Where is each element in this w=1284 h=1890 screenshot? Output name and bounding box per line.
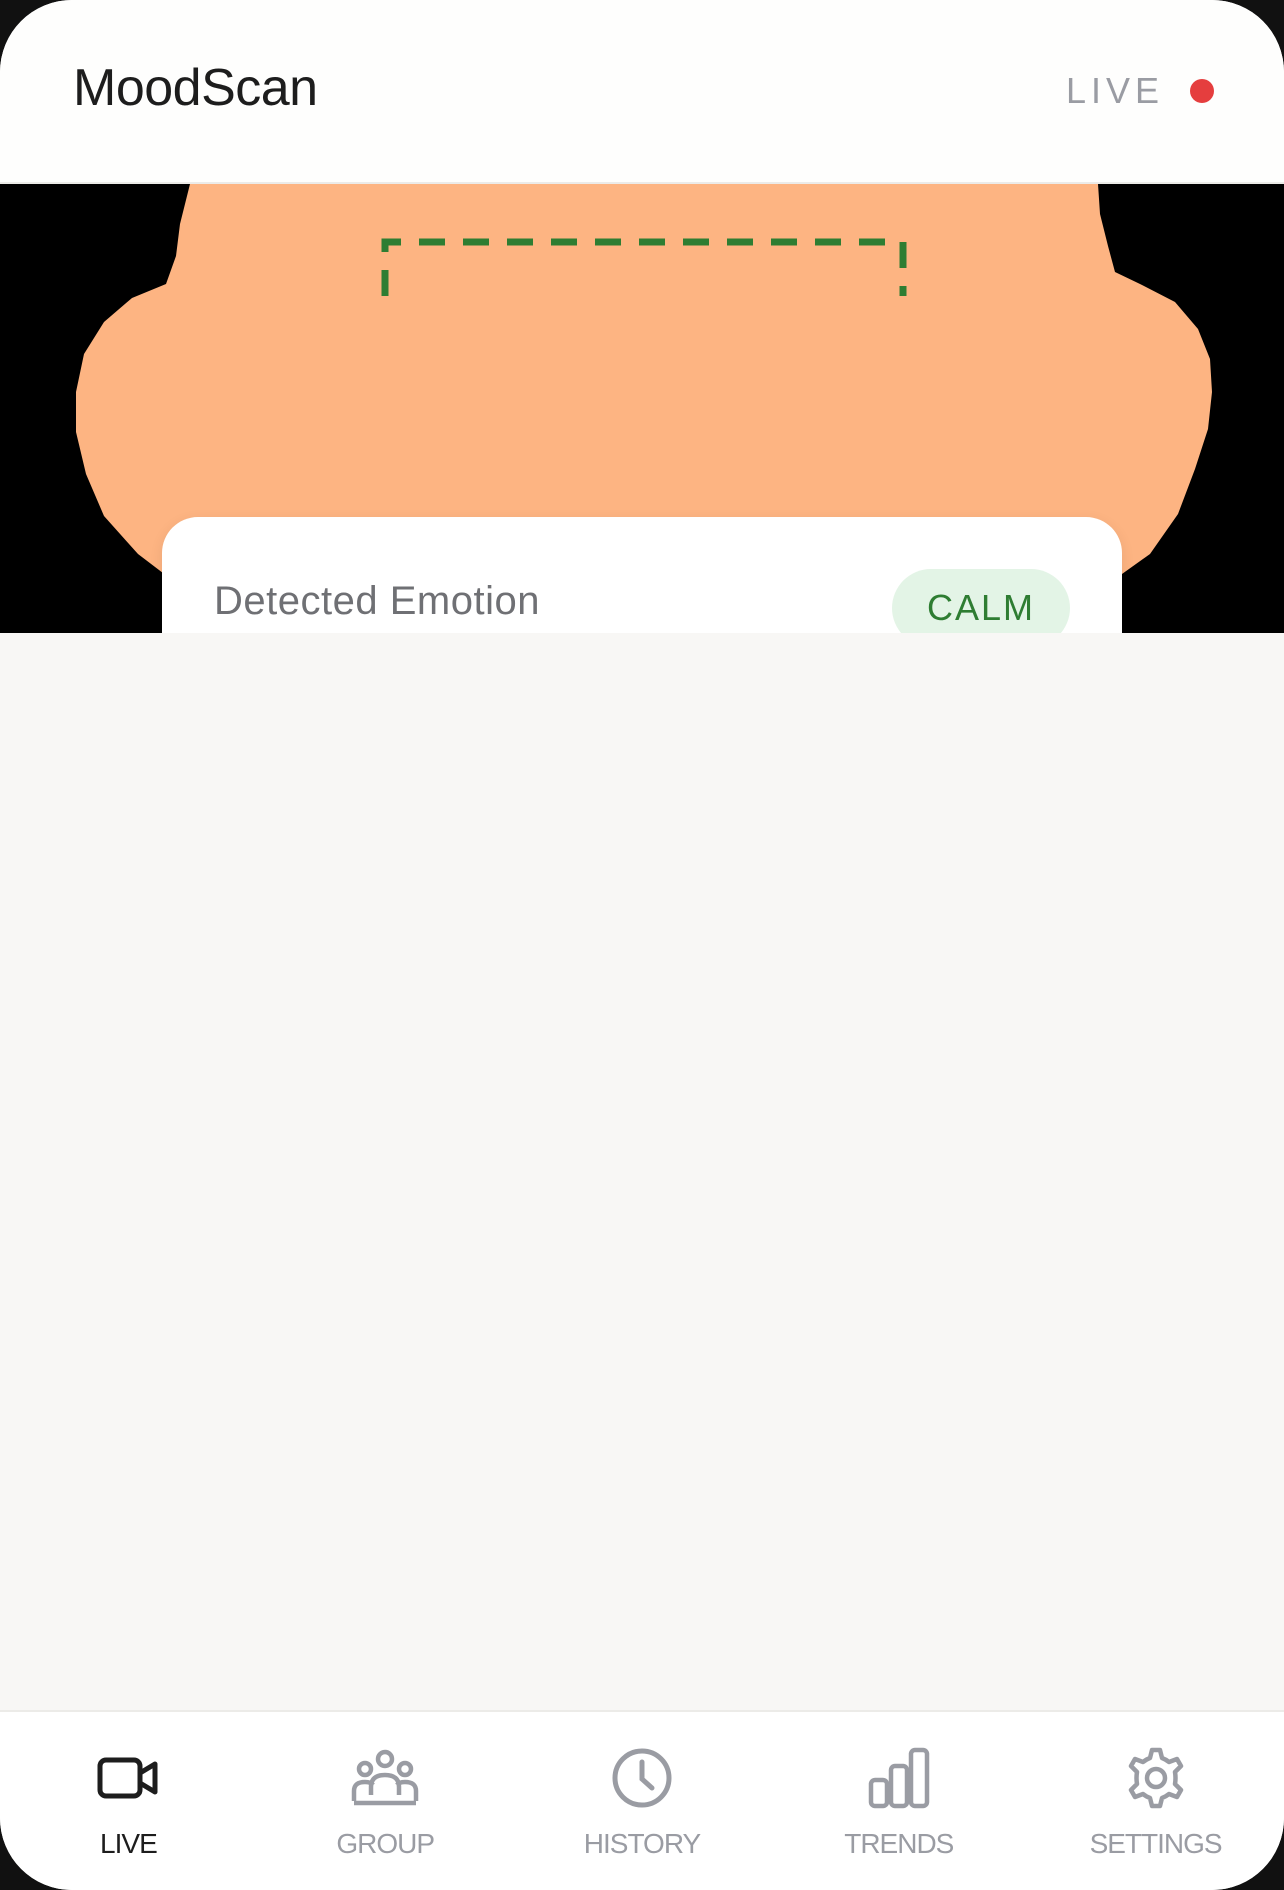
- nav-label-live: LIVE: [100, 1828, 158, 1859]
- top-bar: MoodScan LIVE: [0, 0, 1284, 184]
- clock-icon: [608, 1744, 676, 1812]
- video-camera-icon: [94, 1744, 162, 1812]
- emotion-badge: CALM: [891, 569, 1070, 633]
- gear-icon: [1122, 1744, 1190, 1812]
- nav-label-settings: SETTINGS: [1089, 1828, 1223, 1859]
- nav-label-history: HISTORY: [583, 1828, 701, 1859]
- nav-label-group: GROUP: [336, 1828, 435, 1859]
- camera-feed: Detected Emotion CALM: [0, 184, 1284, 633]
- nav-item-live[interactable]: LIVE: [0, 1712, 257, 1890]
- emotion-card: Detected Emotion CALM: [162, 517, 1122, 633]
- group-icon: [351, 1744, 419, 1812]
- nav-item-group[interactable]: GROUP: [257, 1712, 514, 1890]
- nav-label-trends: TRENDS: [844, 1828, 954, 1859]
- live-label: LIVE: [1065, 70, 1164, 111]
- recording-dot-icon: [1190, 79, 1214, 103]
- nav-item-history[interactable]: HISTORY: [514, 1712, 771, 1890]
- detected-emotion-label: Detected Emotion: [214, 579, 540, 623]
- app-title: MoodScan: [73, 59, 318, 117]
- bottom-nav: LIVE GROUP HISTORY TRENDS SETTINGS: [0, 1710, 1284, 1890]
- live-indicator: LIVE: [1066, 70, 1214, 112]
- app-screen: MoodScan LIVE Detected Emotion CALM LIVE…: [0, 0, 1284, 1890]
- nav-item-settings[interactable]: SETTINGS: [1027, 1712, 1284, 1890]
- bar-chart-icon: [865, 1744, 933, 1812]
- nav-item-trends[interactable]: TRENDS: [770, 1712, 1027, 1890]
